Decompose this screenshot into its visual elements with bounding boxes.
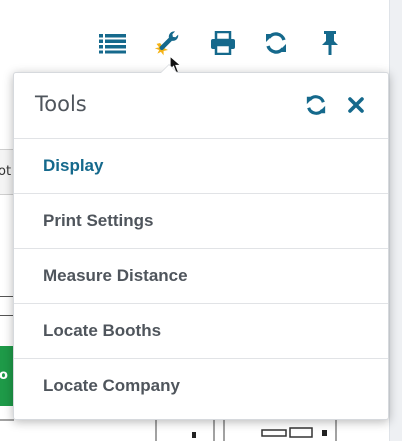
menu-item-label: Display — [43, 156, 104, 175]
menu-item-label: Print Settings — [43, 211, 154, 230]
background-green-button: o — [0, 346, 14, 406]
panel-refresh-icon[interactable] — [304, 93, 328, 117]
menu-item-locate-company[interactable]: Locate Company — [14, 359, 388, 414]
print-icon[interactable] — [208, 28, 238, 58]
background-field-text: ot — [0, 164, 12, 179]
panel-caret — [161, 65, 177, 73]
panel-title: Tools — [35, 92, 87, 116]
refresh-icon[interactable] — [261, 28, 291, 58]
background-field: ot — [0, 149, 14, 195]
background-floorplan-lines — [0, 296, 14, 316]
background-floorplan — [0, 419, 337, 441]
menu-item-label: Locate Booths — [43, 321, 162, 340]
pin-icon[interactable] — [315, 28, 345, 58]
page-background-strip — [389, 0, 402, 441]
menu-item-label: Measure Distance — [43, 266, 188, 285]
menu-item-label: Locate Company — [43, 376, 180, 395]
menu-item-locate-booths[interactable]: Locate Booths — [14, 304, 388, 359]
panel-close-icon[interactable] — [344, 93, 368, 117]
menu-item-print-settings[interactable]: Print Settings — [14, 194, 388, 249]
menu-item-display[interactable]: Display — [14, 139, 388, 194]
list-icon[interactable] — [98, 28, 128, 58]
background-green-button-text: o — [0, 368, 8, 383]
menu-item-measure-distance[interactable]: Measure Distance — [14, 249, 388, 304]
wrench-icon[interactable] — [153, 28, 183, 58]
tools-panel: Tools Display Print Settings Measure Dis… — [13, 65, 389, 420]
panel-header: Tools — [14, 73, 388, 139]
